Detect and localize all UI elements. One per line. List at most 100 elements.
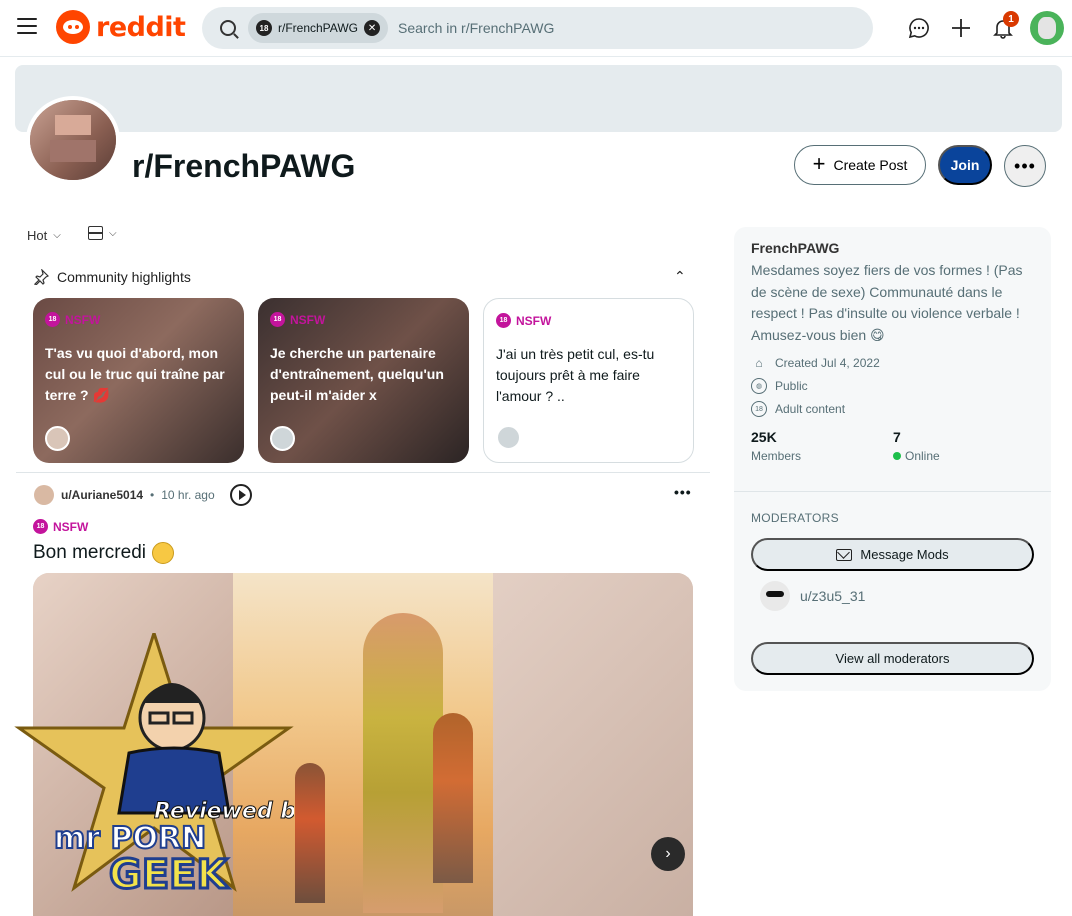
notification-badge: 1 [1003,11,1019,27]
image-figure [295,763,325,903]
author-avatar[interactable] [34,485,54,505]
join-button[interactable]: Join [938,145,992,185]
plus-icon[interactable] [940,8,982,48]
play-icon[interactable] [229,484,252,506]
nsfw-tag: 18 NSFW [496,313,681,328]
online-label: Online [905,449,940,463]
carousel-next-button[interactable]: › [651,837,685,871]
author-avatar [496,425,521,450]
cake-icon: ⌂ [755,356,763,370]
highlight-card[interactable]: 18 NSFW T'as vu quoi d'abord, mon cul ou … [33,298,244,463]
members-label: Members [751,449,802,463]
highlight-card[interactable]: 18 NSFW Je cherche un partenaire d'entraî… [258,298,469,463]
community-sidebar: FrenchPAWG Mesdames soyez fiers de vos f… [734,227,1051,691]
highlight-text: T'as vu quoi d'abord, mon cul ou le truc… [45,345,225,403]
online-status: Online [893,449,940,463]
user-avatar[interactable] [1030,11,1064,45]
watermark-logo: Reviewed by mr PORN GEEK [14,633,294,900]
community-banner [15,65,1062,132]
nsfw-icon: 18 [33,519,48,534]
watermark-line3: GEEK [109,852,229,898]
nsfw-icon: 18 [496,313,511,328]
post-title[interactable]: Bon mercredi [33,542,174,564]
nsfw-icon: 18 [45,312,60,327]
author-avatar [45,426,70,451]
more-options-button[interactable]: ••• [1004,145,1046,187]
top-bar: reddit 18 r/FrenchPAWG ✕ 1 [0,0,1072,57]
moderator-name: u/z3u5_31 [800,588,866,604]
online-count: 7 [893,429,901,445]
sort-dropdown[interactable]: Hot ⌵ [27,228,61,243]
search-bar[interactable]: 18 r/FrenchPAWG ✕ [202,7,873,49]
create-post-label: Create Post [833,157,908,173]
sidebar-description: Mesdames soyez fiers de vos formes ! (Pa… [751,262,1023,343]
created-row: ⌂ Created Jul 4, 2022 [751,355,880,371]
post-title-text: Bon mercredi [33,542,146,563]
watermark-line2: mr PORN [54,821,206,856]
highlight-cards: 18 NSFW T'as vu quoi d'abord, mon cul ou … [33,298,694,463]
close-icon[interactable]: ✕ [364,20,381,36]
chat-icon[interactable] [898,8,940,48]
members-count: 25K [751,429,777,445]
mail-icon [836,548,853,561]
moderator-item[interactable]: u/z3u5_31 [760,581,865,611]
reddit-wordmark: reddit [96,11,186,43]
nsfw-label: NSFW [53,519,89,534]
collapse-icon[interactable]: ⌃ [674,268,686,285]
message-mods-label: Message Mods [860,547,949,562]
nsfw-label: NSFW [65,312,101,327]
search-icon [220,20,236,36]
search-chip-label: r/FrenchPAWG [278,21,359,35]
message-mods-button[interactable]: Message Mods [751,538,1034,571]
nsfw-18-icon: 18 [751,401,767,417]
search-input[interactable] [398,20,799,36]
menu-icon[interactable] [17,18,37,36]
hug-emoji-icon [152,542,174,564]
highlights-header: Community highlights [33,269,191,285]
post-time: 10 hr. ago [161,488,215,502]
reddit-logo[interactable]: reddit [56,10,186,44]
moderators-heading: MODERATORS [751,511,839,525]
image-figure [363,613,443,913]
nsfw-label: NSFW [516,313,552,328]
create-post-button[interactable]: + Create Post [794,145,926,185]
post-header: u/Auriane5014 • 10 hr. ago [34,484,252,506]
plus-icon: + [812,151,826,176]
post-author[interactable]: u/Auriane5014 [61,488,143,502]
card-view-icon [88,226,103,240]
bell-icon[interactable]: 1 [982,8,1024,48]
highlight-text: J'ai un très petit cul, es-tu toujours p… [496,346,655,404]
search-scope-chip[interactable]: 18 r/FrenchPAWG ✕ [248,13,389,43]
highlights-title: Community highlights [57,269,191,285]
post-more-button[interactable]: ••• [674,484,692,500]
view-all-moderators-button[interactable]: View all moderators [751,642,1034,675]
sidebar-divider [734,491,1051,492]
author-avatar [270,426,295,451]
sort-label: Hot [27,228,48,243]
pin-icon [34,269,49,285]
reddit-logo-icon [56,10,90,44]
visibility-label: Public [775,379,808,393]
feed-divider [16,472,710,473]
globe-icon: ◍ [751,378,767,394]
content-rating: Adult content [775,402,846,416]
sidebar-community-name: FrenchPAWG [751,240,840,256]
image-figure [433,713,473,883]
rating-row: 18 Adult content [751,401,845,417]
community-title: r/FrenchPAWG [132,148,356,184]
community-avatar [26,96,120,184]
visibility-row: ◍ Public [751,378,808,394]
nsfw-18-icon: 18 [256,20,272,36]
online-dot-icon [893,452,901,460]
nsfw-tag: 18 NSFW [33,519,88,534]
highlight-card[interactable]: 18 NSFW J'ai un très petit cul, es-tu tou… [483,298,694,463]
post-separator: • [150,488,155,502]
chevron-down-icon: ⌵ [109,227,117,239]
nsfw-tag: 18 NSFW [45,312,232,327]
view-toggle[interactable]: ⌵ [88,226,117,240]
moderator-avatar [760,581,790,611]
chevron-down-icon: ⌵ [53,230,61,241]
created-date: Created Jul 4, 2022 [775,356,880,370]
nsfw-label: NSFW [290,312,326,327]
nsfw-icon: 18 [270,312,285,327]
